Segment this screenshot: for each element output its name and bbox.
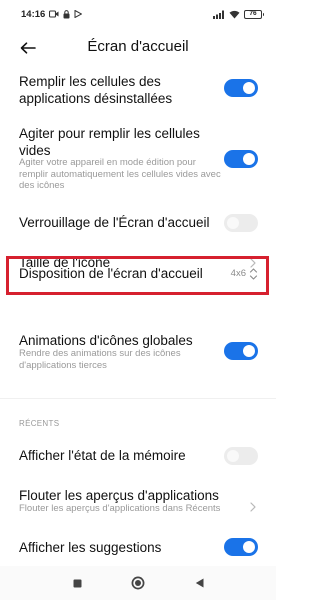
setting-title: Remplir les cellules des applications dé…: [19, 74, 173, 106]
section-label-recents: RÉCENTS: [19, 419, 60, 428]
section-divider: [0, 398, 276, 399]
setting-show-memory-status[interactable]: Afficher l'état de la mémoire: [0, 445, 276, 469]
signal-icon: [213, 10, 225, 19]
chevron-right-icon: [248, 500, 258, 514]
battery-icon: 76: [244, 9, 264, 19]
setting-description: Flouter les aperçus d'applications dans …: [19, 503, 221, 514]
setting-description: Rendre des animations sur des icônes d'a…: [19, 348, 181, 371]
setting-fill-uninstalled[interactable]: Remplir les cellules des applications dé…: [0, 72, 276, 112]
setting-lock-home-screen[interactable]: Verrouillage de l'Écran d'accueil: [0, 212, 276, 238]
status-time: 14:16: [21, 8, 46, 20]
app-header: Écran d'accueil: [0, 28, 276, 68]
toggle-global-icon-animations[interactable]: [224, 342, 258, 360]
toggle-show-suggestions[interactable]: [224, 538, 258, 556]
play-icon: [74, 10, 83, 18]
setting-home-layout[interactable]: Disposition de l'écran d'accueil 4x6: [0, 262, 276, 288]
toggle-show-memory-status[interactable]: [224, 447, 258, 465]
video-icon: [49, 10, 59, 18]
setting-description: Agiter votre appareil en mode édition po…: [19, 157, 221, 191]
setting-blur-app-previews[interactable]: Flouter les aperçus d'applications Flout…: [0, 486, 276, 522]
up-down-icon: [249, 267, 258, 281]
home-circle-icon[interactable]: [130, 575, 146, 591]
setting-title: Afficher les suggestions: [19, 540, 162, 555]
toggle-lock-home-screen[interactable]: [224, 214, 258, 232]
setting-title: Disposition de l'écran d'accueil: [19, 266, 203, 281]
navigation-bar: [0, 566, 276, 600]
setting-title: Agiter pour remplir les cellules vides: [19, 126, 200, 158]
status-bar: 14:16 76: [0, 0, 276, 28]
lock-icon: [63, 9, 70, 19]
recents-square-icon[interactable]: [69, 575, 85, 591]
toggle-shake-to-fill[interactable]: [224, 150, 258, 168]
setting-title: Afficher l'état de la mémoire: [19, 448, 186, 463]
wifi-icon: [229, 10, 240, 19]
setting-global-icon-animations[interactable]: Animations d'icônes globales Rendre des …: [0, 331, 276, 379]
setting-title: Animations d'icônes globales: [19, 333, 193, 348]
setting-shake-to-fill[interactable]: Agiter pour remplir les cellules vides A…: [0, 124, 276, 191]
toggle-fill-uninstalled[interactable]: [224, 79, 258, 97]
setting-title: Verrouillage de l'Écran d'accueil: [19, 215, 210, 230]
setting-show-suggestions[interactable]: Afficher les suggestions: [0, 537, 276, 561]
back-triangle-icon[interactable]: [191, 575, 207, 591]
page-title: Écran d'accueil: [87, 38, 189, 55]
layout-value: 4x6: [230, 268, 246, 279]
setting-title: Flouter les aperçus d'applications: [19, 488, 219, 503]
